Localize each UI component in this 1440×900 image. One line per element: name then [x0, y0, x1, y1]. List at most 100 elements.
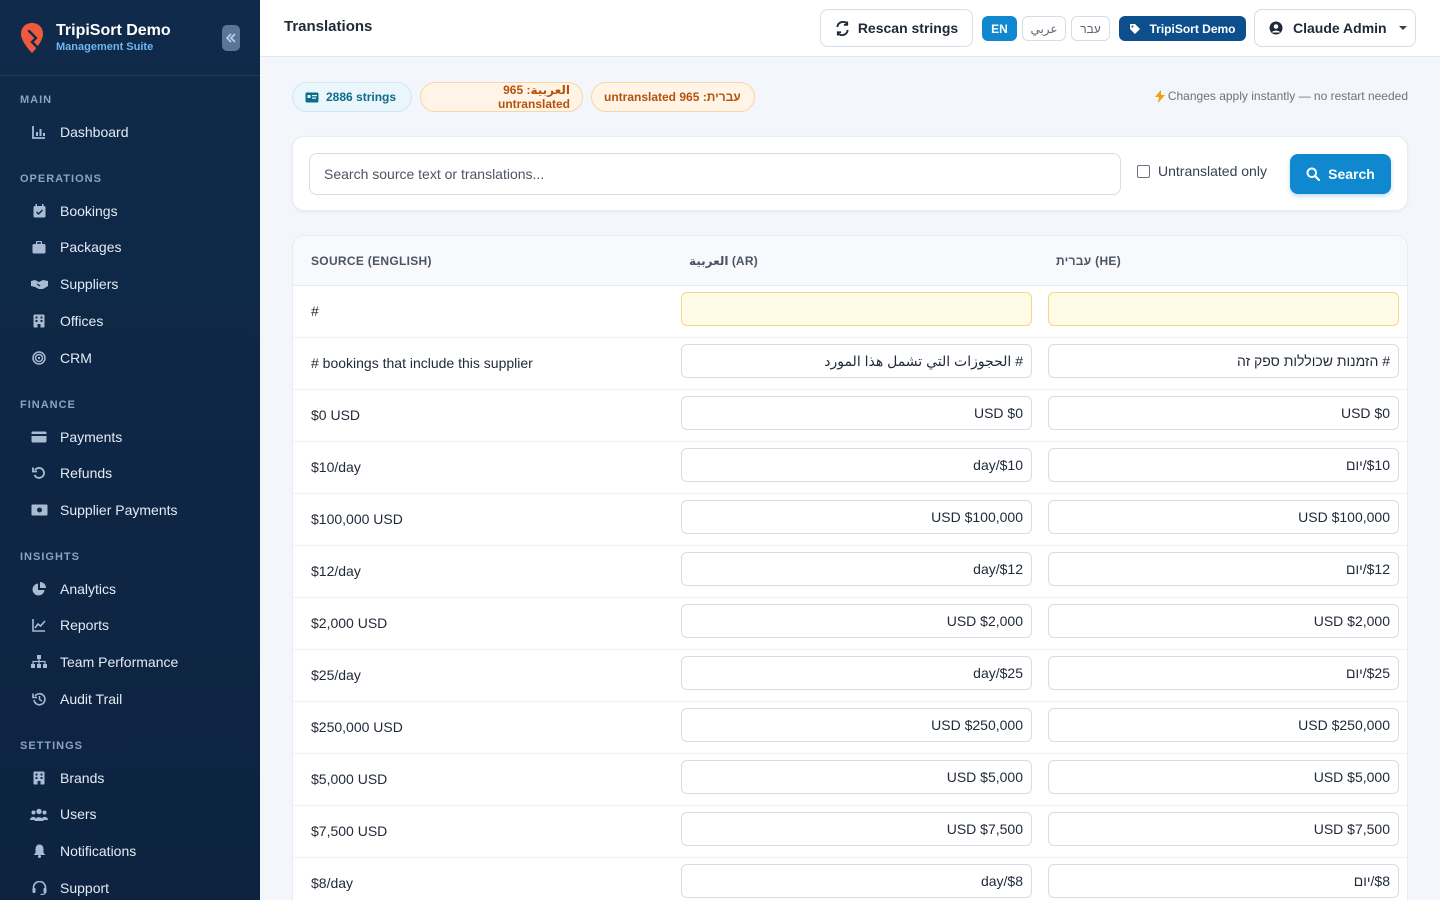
- bullseye-icon: [30, 349, 48, 367]
- brand-selector-badge[interactable]: TripiSort Demo: [1119, 16, 1246, 41]
- translation-input-he[interactable]: [1048, 812, 1399, 846]
- untranslated-only-filter[interactable]: Untranslated only: [1137, 163, 1267, 179]
- sidebar-item-notifications[interactable]: Notifications: [0, 833, 260, 870]
- search-input[interactable]: [309, 153, 1121, 195]
- table-row: $2,000 USD: [293, 598, 1407, 650]
- translation-input-he[interactable]: [1048, 344, 1399, 378]
- bolt-icon: [1154, 89, 1165, 103]
- line-chart-icon: [30, 616, 48, 634]
- translation-input-ar[interactable]: [681, 396, 1032, 430]
- sidebar-item-users[interactable]: Users: [0, 796, 260, 833]
- translation-input-he[interactable]: [1048, 708, 1399, 742]
- table-row: $100,000 USD: [293, 494, 1407, 546]
- sidebar-item-audit-trail[interactable]: Audit Trail: [0, 680, 260, 717]
- translation-input-he[interactable]: [1048, 396, 1399, 430]
- translation-input-he[interactable]: [1048, 760, 1399, 794]
- translation-input-ar[interactable]: [681, 812, 1032, 846]
- rescan-strings-button[interactable]: Rescan strings: [820, 9, 973, 47]
- search-icon: [1306, 167, 1321, 181]
- table-row: $10/day: [293, 442, 1407, 494]
- translation-input-he[interactable]: [1048, 292, 1399, 326]
- sidebar-item-label: Team Performance: [60, 654, 179, 671]
- sidebar-item-crm[interactable]: CRM: [0, 339, 260, 376]
- caret-down-icon: [1398, 25, 1407, 31]
- sidebar-item-team-performance[interactable]: Team Performance: [0, 644, 260, 681]
- bell-icon: [30, 842, 48, 860]
- source-text: $10/day: [311, 459, 361, 475]
- translation-input-ar[interactable]: [681, 500, 1032, 534]
- translation-input-he[interactable]: [1048, 604, 1399, 638]
- refresh-icon: [835, 20, 850, 36]
- column-header-source: SOURCE (ENGLISH): [311, 254, 432, 268]
- brand-title: TripiSort Demo: [56, 21, 171, 39]
- ar-untranslated-count: العربية: 965 untranslated: [497, 83, 570, 111]
- source-text: $100,000 USD: [311, 511, 403, 527]
- money-bill-icon: [30, 501, 48, 519]
- strings-count: 2886 strings: [326, 90, 397, 104]
- translation-input-ar[interactable]: [681, 604, 1032, 638]
- sidebar-item-offices[interactable]: Offices: [0, 302, 260, 339]
- sidebar-item-label: Dashboard: [60, 123, 129, 140]
- source-text: $250,000 USD: [311, 719, 403, 735]
- sidebar-item-label: Packages: [60, 239, 122, 256]
- lang-ar-button[interactable]: عربي: [1022, 16, 1066, 41]
- undo-icon: [30, 464, 48, 482]
- sidebar-item-label: Payments: [60, 428, 123, 445]
- table-row: $7,500 USD: [293, 806, 1407, 858]
- sidebar-item-refunds[interactable]: Refunds: [0, 455, 260, 492]
- table-row: $0 USD: [293, 390, 1407, 442]
- user-menu-button[interactable]: Claude Admin: [1254, 9, 1416, 47]
- translation-input-ar[interactable]: [681, 864, 1032, 898]
- source-text: $0 USD: [311, 407, 361, 423]
- sidebar-item-dashboard[interactable]: Dashboard: [0, 113, 260, 150]
- source-text: $2,000 USD: [311, 615, 388, 631]
- sidebar-item-label: Brands: [60, 769, 105, 786]
- untranslated-only-checkbox[interactable]: [1137, 164, 1150, 178]
- sidebar-item-label: Audit Trail: [60, 690, 123, 707]
- sidebar-item-support[interactable]: Support: [0, 869, 260, 900]
- translation-input-he[interactable]: [1048, 656, 1399, 690]
- translation-input-ar[interactable]: [681, 760, 1032, 794]
- translation-input-ar[interactable]: [681, 448, 1032, 482]
- translation-input-ar[interactable]: [681, 292, 1032, 326]
- translation-input-ar[interactable]: [681, 708, 1032, 742]
- dashboard-icon: [30, 123, 48, 141]
- table-row: $5,000 USD: [293, 754, 1407, 806]
- translation-input-he[interactable]: [1048, 864, 1399, 898]
- sidebar-item-analytics[interactable]: Analytics: [0, 570, 260, 607]
- table-row: $250,000 USD: [293, 702, 1407, 754]
- brand-subtitle: Management Suite: [56, 40, 154, 53]
- sidebar-item-brands[interactable]: Brands: [0, 759, 260, 796]
- source-text: $7,500 USD: [311, 823, 388, 839]
- translation-input-ar[interactable]: [681, 552, 1032, 586]
- sidebar-item-payments[interactable]: Payments: [0, 418, 260, 455]
- sidebar-item-suppliers[interactable]: Suppliers: [0, 266, 260, 303]
- sidebar-item-supplier-payments[interactable]: Supplier Payments: [0, 492, 260, 529]
- headset-icon: [30, 879, 48, 897]
- brand-badge-label: TripiSort Demo: [1149, 21, 1236, 36]
- lang-he-button[interactable]: עבר: [1071, 16, 1110, 41]
- sidebar-item-label: Reports: [60, 617, 110, 634]
- sidebar-item-label: Supplier Payments: [60, 502, 178, 519]
- translation-input-ar[interactable]: [681, 344, 1032, 378]
- translation-input-he[interactable]: [1048, 448, 1399, 482]
- sidebar-item-label: Users: [60, 806, 97, 823]
- lang-en-button[interactable]: EN: [982, 16, 1017, 41]
- source-text: $8/day: [311, 875, 354, 891]
- sidebar-item-reports[interactable]: Reports: [0, 607, 260, 644]
- chevrons-left-icon: [225, 33, 236, 43]
- search-button[interactable]: Search: [1290, 154, 1391, 194]
- sidebar-brand: TripiSort Demo Management Suite: [0, 0, 260, 76]
- he-untranslated-pill: עברית: 965 untranslated: [591, 82, 755, 112]
- sidebar-item-label: Analytics: [60, 580, 117, 597]
- sidebar-item-label: Refunds: [60, 465, 113, 482]
- column-header-he: עברית (HE): [1056, 254, 1122, 268]
- search-card: Untranslated only Search: [292, 136, 1408, 211]
- translation-input-he[interactable]: [1048, 500, 1399, 534]
- sidebar-item-label: Bookings: [60, 202, 118, 219]
- sidebar-item-bookings[interactable]: Bookings: [0, 192, 260, 229]
- sidebar-item-packages[interactable]: Packages: [0, 229, 260, 266]
- sidebar-collapse-button[interactable]: [222, 25, 240, 51]
- translation-input-he[interactable]: [1048, 552, 1399, 586]
- translation-input-ar[interactable]: [681, 656, 1032, 690]
